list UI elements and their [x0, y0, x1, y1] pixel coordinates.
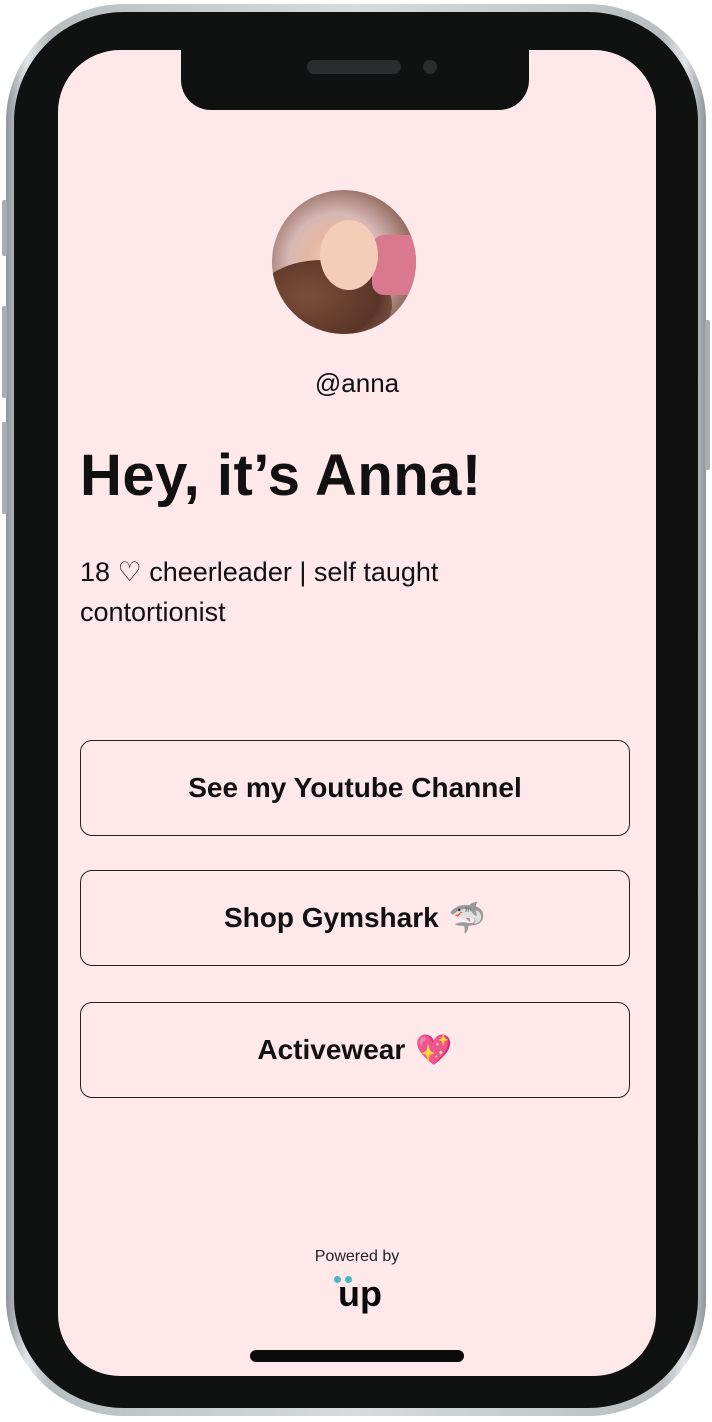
- link-label: Shop Gymshark: [223, 902, 439, 933]
- avatar-face: [320, 220, 378, 290]
- link-label: See my Youtube Channel: [188, 772, 522, 803]
- volume-down-button: [2, 422, 7, 514]
- shop-gymshark-button[interactable]: Shop Gymshark 🦈: [80, 870, 630, 966]
- power-button: [705, 320, 710, 470]
- screen: @anna Hey, it’s Anna! 18 ♡ cheerleader |…: [58, 50, 656, 1376]
- shark-icon: 🦈: [448, 901, 487, 935]
- mute-switch: [2, 200, 7, 256]
- avatar-pillow: [372, 235, 416, 295]
- speaker: [307, 60, 401, 74]
- avatar[interactable]: [272, 190, 416, 334]
- page-title: Hey, it’s Anna!: [80, 443, 482, 508]
- up-logo[interactable]: up: [330, 1272, 390, 1316]
- logo-dots-icon: [333, 1276, 355, 1284]
- profile-handle: @anna: [314, 368, 400, 398]
- home-indicator[interactable]: [250, 1350, 464, 1362]
- notch: [181, 50, 529, 110]
- profile-bio: 18 ♡ cheerleader | self taught contortio…: [80, 557, 439, 627]
- activewear-button[interactable]: Activewear 💖: [80, 1002, 630, 1098]
- volume-up-button: [2, 306, 7, 398]
- youtube-channel-button[interactable]: See my Youtube Channel: [80, 740, 630, 836]
- front-camera: [423, 60, 437, 74]
- link-label: Activewear: [257, 1034, 406, 1065]
- powered-by-label: Powered by: [314, 1248, 400, 1265]
- sparkling-heart-icon: 💖: [415, 1033, 453, 1067]
